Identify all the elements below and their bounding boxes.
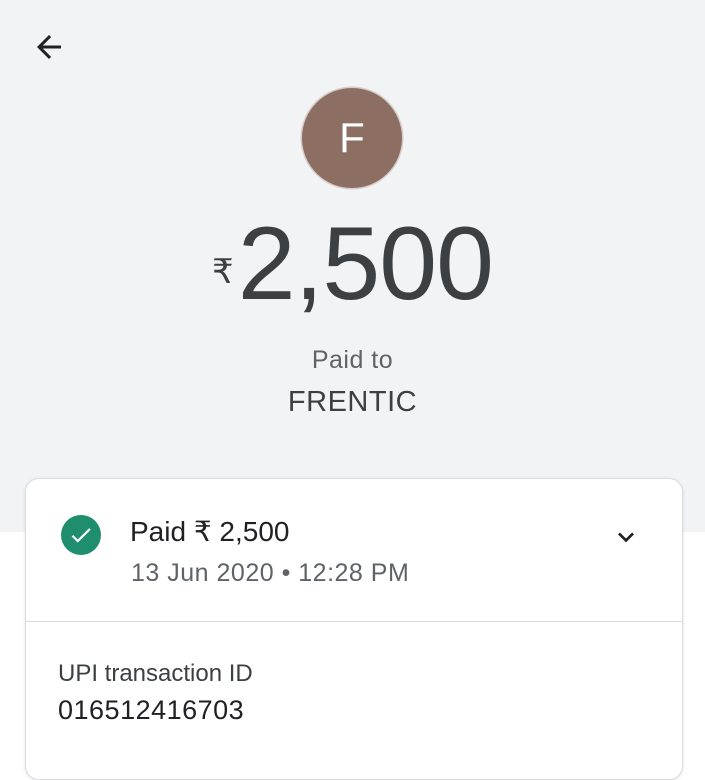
amount-display: ₹ 2,500 xyxy=(0,212,705,316)
paid-to-label: Paid to xyxy=(311,346,394,374)
expand-button[interactable] xyxy=(608,519,644,555)
amount-value: 2,500 xyxy=(237,206,494,322)
avatar: F xyxy=(302,88,402,188)
upi-transaction-id-value[interactable]: 016512416703 xyxy=(58,695,244,726)
status-title: Paid ₹ 2,500 xyxy=(130,516,290,547)
payee-name: FRENTIC xyxy=(287,386,418,418)
arrow-back-icon xyxy=(37,35,61,59)
status-date-time: 13 Jun 2020 • 12:28 PM xyxy=(131,559,410,587)
chevron-down-icon xyxy=(618,532,634,543)
avatar-initial: F xyxy=(339,114,365,161)
check-circle-icon xyxy=(61,515,101,555)
currency-symbol: ₹ xyxy=(212,253,234,291)
upi-transaction-id-label: UPI transaction ID xyxy=(58,660,253,687)
status-row[interactable]: Paid ₹ 2,500 13 Jun 2020 • 12:28 PM xyxy=(26,479,682,622)
payment-summary-header: F ₹ 2,500 Paid to FRENTIC xyxy=(0,0,705,532)
back-button[interactable] xyxy=(26,24,72,70)
transaction-card: Paid ₹ 2,500 13 Jun 2020 • 12:28 PM UPI … xyxy=(25,478,683,780)
